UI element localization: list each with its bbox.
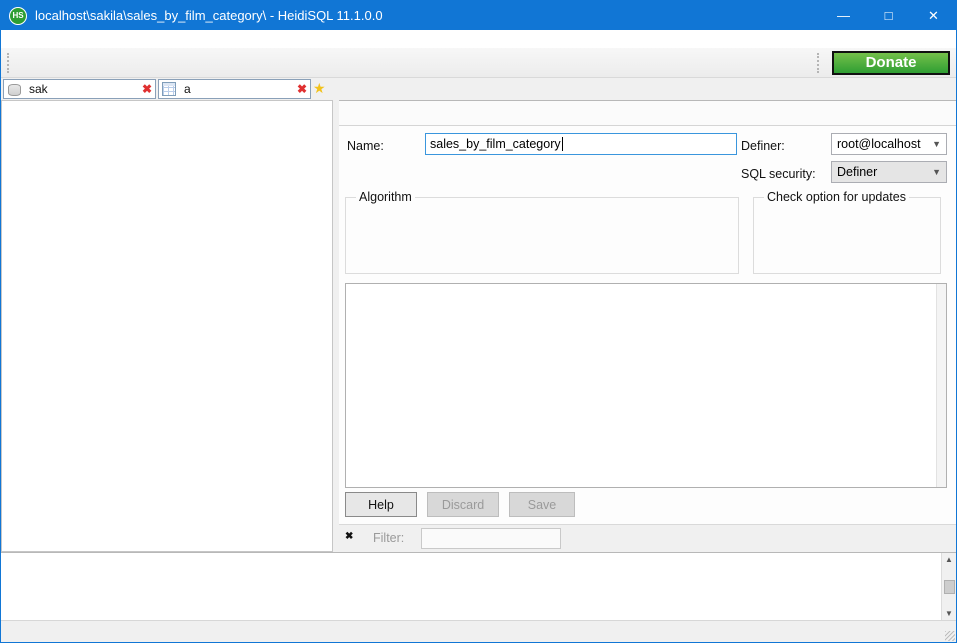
text-caret: [562, 137, 563, 151]
log-scrollbar[interactable]: ▲ ▼: [941, 553, 956, 620]
minimize-button[interactable]: —: [821, 1, 866, 30]
definer-label: Definer:: [741, 139, 785, 153]
view-editor-tabs: [339, 101, 956, 126]
donate-button[interactable]: Donate: [832, 51, 950, 75]
check-option-group: Check option for updates: [753, 190, 941, 274]
filter-label: Filter:: [373, 531, 404, 545]
close-button[interactable]: ✕: [911, 1, 956, 30]
clear-table-filter-icon[interactable]: ✖: [297, 82, 307, 96]
database-tree: [1, 100, 333, 552]
scroll-up-icon[interactable]: ▲: [945, 555, 953, 564]
favorites-star-icon[interactable]: [313, 82, 327, 96]
filter-input[interactable]: [421, 528, 561, 549]
algorithm-group: Algorithm: [345, 190, 739, 274]
main-tabs: [339, 78, 956, 100]
sql-log-panel: ▲ ▼: [1, 552, 956, 620]
view-name-input[interactable]: sales_by_film_category: [425, 133, 737, 155]
data-filter-bar: ✖ Filter:: [339, 524, 956, 552]
table-filter-value: a: [184, 82, 297, 96]
sql-security-combobox[interactable]: Definer▼: [831, 161, 947, 183]
check-option-group-label: Check option for updates: [764, 190, 909, 204]
view-sql-editor[interactable]: [345, 283, 947, 488]
maximize-button[interactable]: □: [866, 1, 911, 30]
scroll-thumb[interactable]: [944, 580, 955, 594]
algorithm-group-label: Algorithm: [356, 190, 415, 204]
discard-button[interactable]: Discard: [427, 492, 499, 517]
database-icon: [7, 82, 21, 96]
clear-database-filter-icon[interactable]: ✖: [142, 82, 152, 96]
menu-bar: [1, 30, 956, 48]
help-button[interactable]: Help: [345, 492, 417, 517]
editor-scrollbar[interactable]: [936, 284, 946, 487]
app-window: HS localhost\sakila\sales_by_film_catego…: [0, 0, 957, 643]
chevron-down-icon: ▼: [932, 139, 941, 149]
sql-security-label: SQL security:: [741, 167, 816, 181]
table-filter-input[interactable]: a ✖: [158, 79, 311, 99]
sidebar: sak ✖ a ✖: [1, 78, 333, 552]
status-bar: [1, 620, 956, 643]
view-options-page: Name: sales_by_film_category Definer: ro…: [339, 126, 956, 524]
scroll-down-icon[interactable]: ▼: [945, 609, 953, 618]
close-filter-icon[interactable]: ✖: [345, 531, 353, 542]
database-filter-value: sak: [29, 82, 142, 96]
toolbar-grip[interactable]: [7, 53, 12, 73]
name-label: Name:: [347, 139, 384, 153]
main-panel: Name: sales_by_film_category Definer: ro…: [339, 78, 956, 552]
toolbar: Donate: [1, 48, 956, 78]
chevron-down-icon: ▼: [932, 167, 941, 177]
database-filter-input[interactable]: sak ✖: [3, 79, 156, 99]
toolbar-grip[interactable]: [817, 53, 822, 73]
definer-combobox[interactable]: root@localhost▼: [831, 133, 947, 155]
resize-grip[interactable]: [945, 631, 955, 641]
titlebar[interactable]: HS localhost\sakila\sales_by_film_catego…: [1, 1, 956, 30]
app-logo-icon: HS: [9, 7, 27, 25]
window-title: localhost\sakila\sales_by_film_category\…: [35, 8, 821, 23]
sidebar-filters: sak ✖ a ✖: [1, 78, 333, 100]
save-button[interactable]: Save: [509, 492, 575, 517]
table-icon: [162, 82, 176, 96]
